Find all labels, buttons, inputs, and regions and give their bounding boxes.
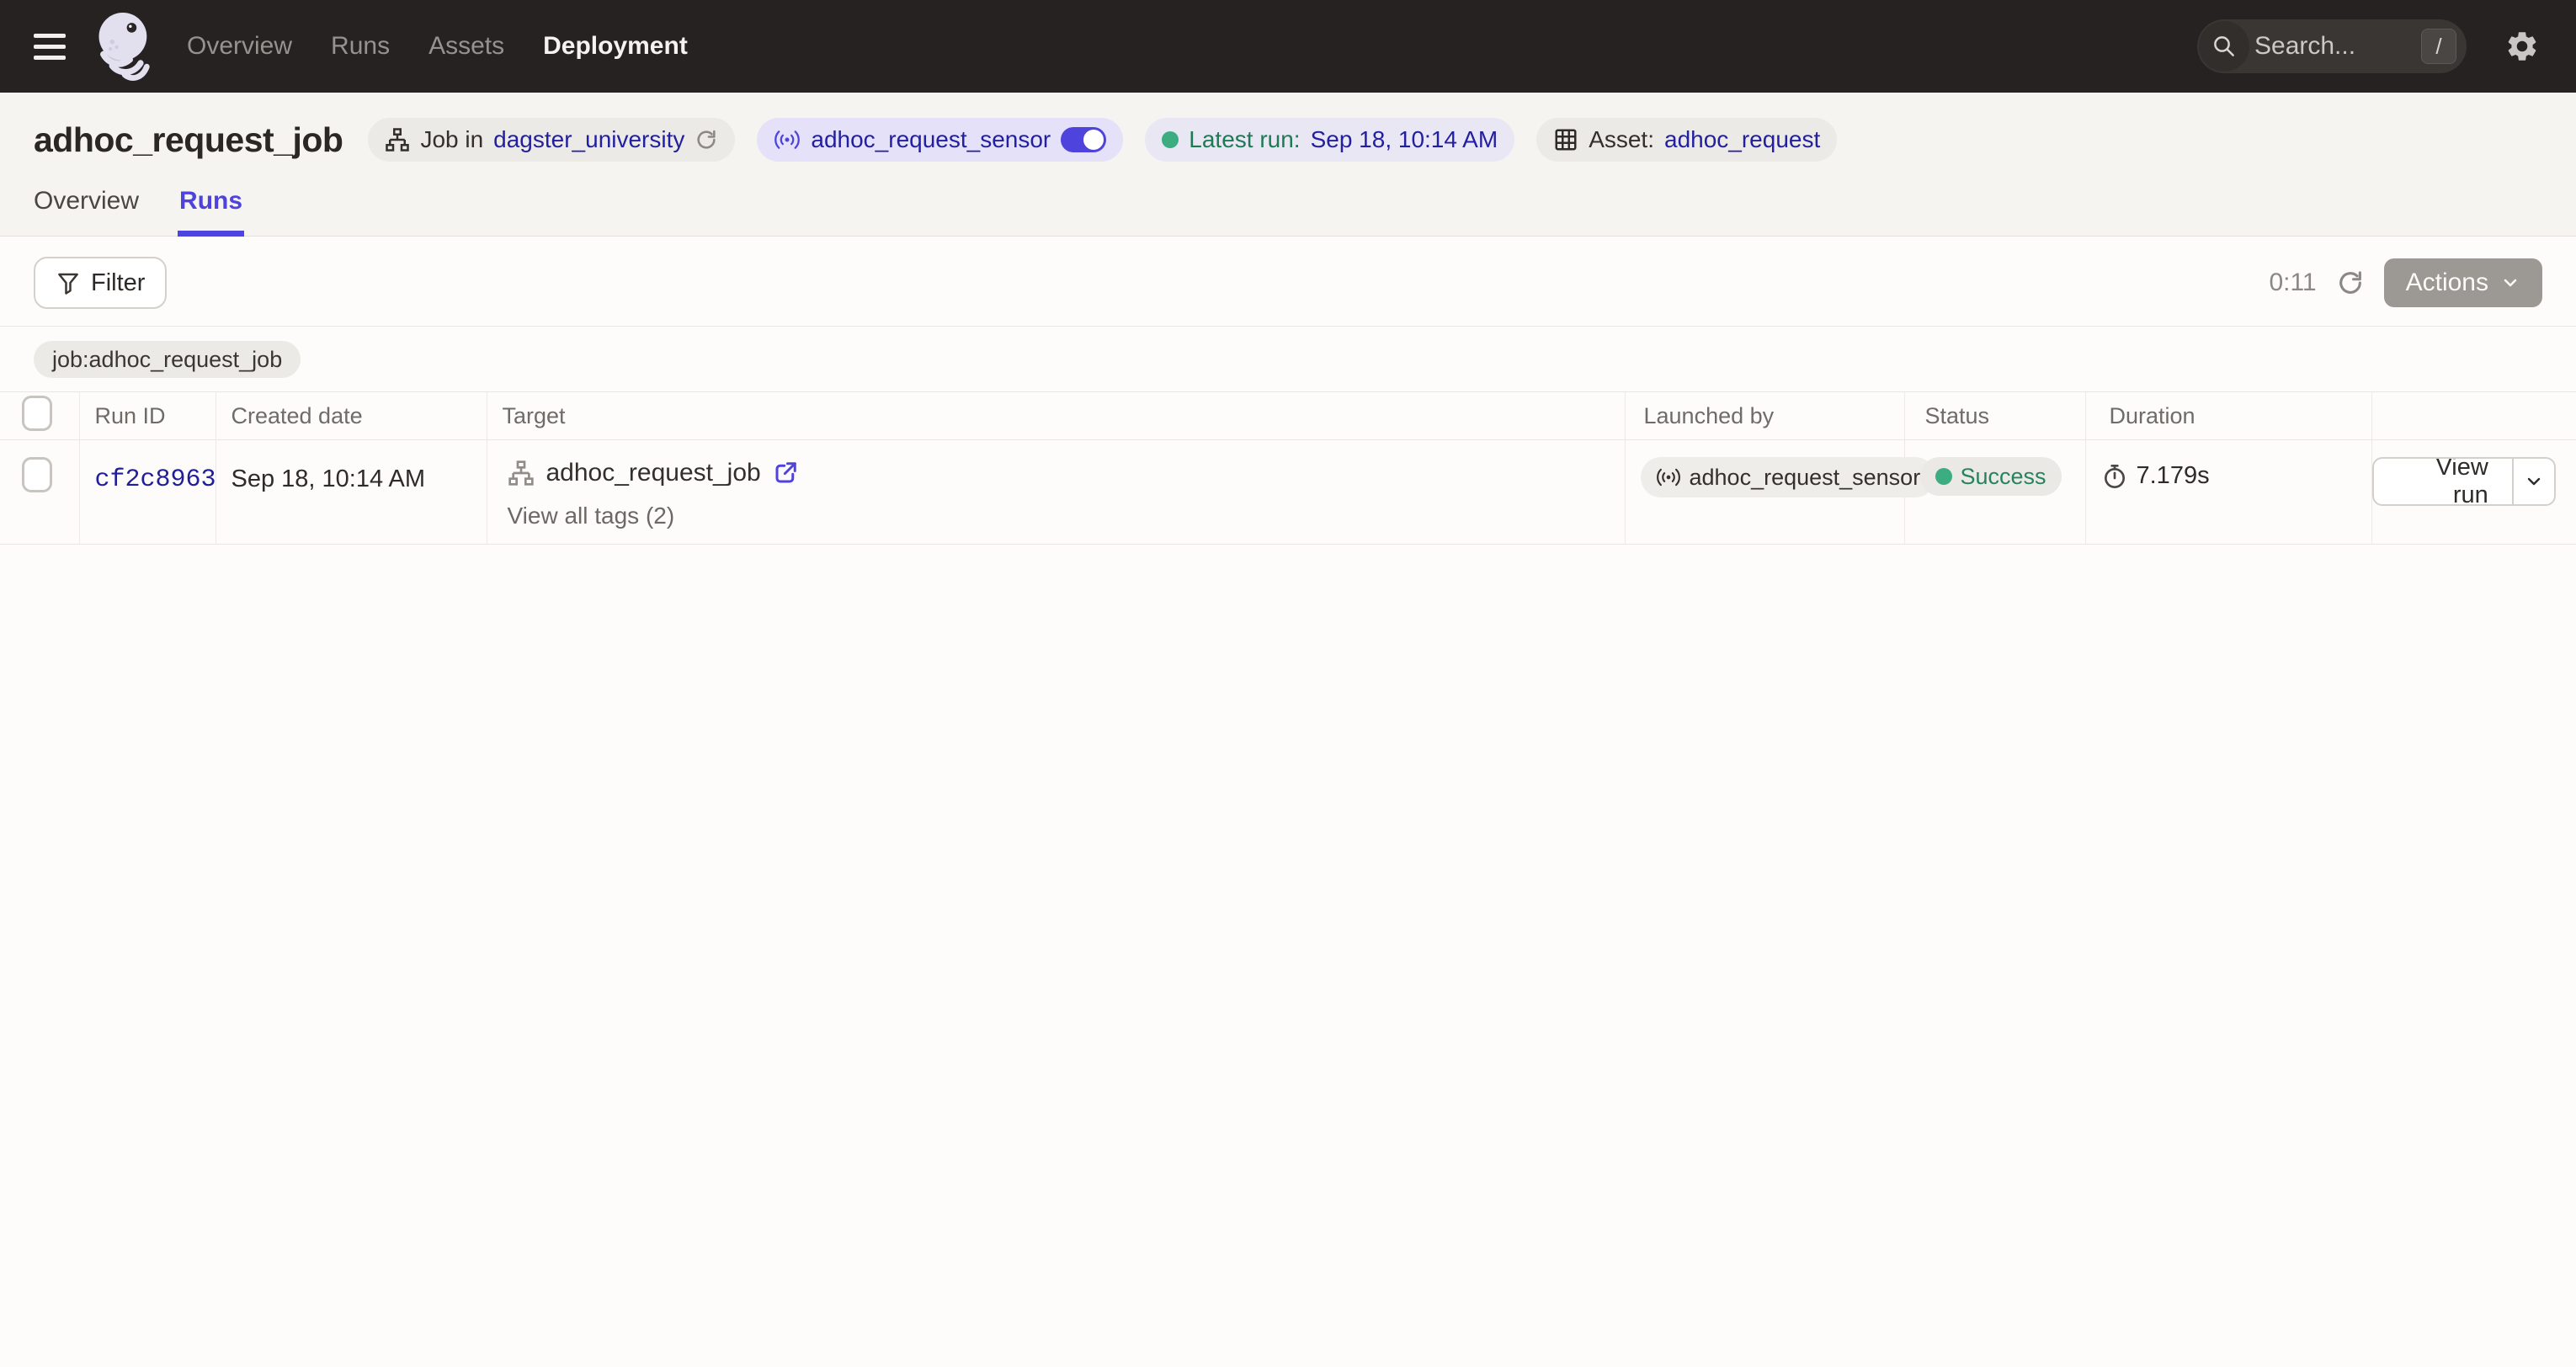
actions-button-label: Actions: [2406, 269, 2488, 297]
search-input[interactable]: [2254, 32, 2421, 61]
row-checkbox[interactable]: [22, 457, 52, 492]
gear-icon[interactable]: [2502, 26, 2542, 66]
header-badges: Job in dagster_university adhoc_request_…: [368, 118, 1837, 162]
col-header-launched-by: Launched by: [1625, 392, 1904, 440]
tab-runs[interactable]: Runs: [179, 187, 242, 236]
nav-item-overview[interactable]: Overview: [187, 32, 292, 61]
col-header-created-date: Created date: [216, 392, 487, 440]
code-location-link[interactable]: dagster_university: [493, 126, 684, 153]
view-all-tags-link[interactable]: View all tags (2): [508, 503, 675, 529]
latest-run-link[interactable]: Sep 18, 10:14 AM: [1311, 126, 1498, 153]
job-graph-icon: [385, 127, 410, 152]
sensor-icon: [774, 130, 801, 150]
active-filters-row: job:adhoc_request_job: [0, 327, 2576, 391]
nav-item-deployment[interactable]: Deployment: [543, 32, 688, 61]
latest-run-status-dot: [1162, 131, 1179, 148]
asset-badge: Asset: adhoc_request: [1536, 118, 1837, 162]
view-run-dropdown-toggle[interactable]: [2512, 459, 2554, 504]
tab-bar: Overview Runs: [0, 187, 2576, 236]
filter-funnel-icon: [56, 270, 81, 295]
latest-run-badge: Latest run: Sep 18, 10:14 AM: [1145, 118, 1514, 162]
actions-button[interactable]: Actions: [2384, 258, 2542, 307]
sensor-badge: adhoc_request_sensor: [757, 118, 1123, 162]
top-nav: Overview Runs Assets Deployment /: [0, 0, 2576, 93]
sensor-toggle[interactable]: [1061, 127, 1106, 152]
filter-tag-job[interactable]: job:adhoc_request_job: [34, 341, 301, 378]
table-header-row: Run ID Created date Target Launched by S…: [0, 392, 2576, 440]
col-header-run-id: Run ID: [79, 392, 216, 440]
open-job-external-icon[interactable]: [773, 460, 798, 486]
col-header-actions: [2371, 392, 2576, 440]
col-header-duration: Duration: [2085, 392, 2371, 440]
refresh-countdown: 0:11: [2269, 269, 2316, 297]
runs-table: Run ID Created date Target Launched by S…: [0, 391, 2576, 545]
col-header-status: Status: [1904, 392, 2085, 440]
run-id-link[interactable]: cf2c8963: [95, 465, 216, 494]
target-job-name: adhoc_request_job: [546, 459, 761, 487]
col-header-target: Target: [487, 392, 1625, 440]
status-label: Success: [1961, 464, 2046, 490]
duration-value: 7.179s: [2137, 462, 2210, 490]
chevron-down-icon: [2500, 273, 2520, 293]
stopwatch-icon: [2101, 463, 2128, 490]
launched-by-tag[interactable]: adhoc_request_sensor: [1641, 457, 1936, 497]
dagster-logo-icon[interactable]: [91, 8, 158, 85]
page-header: adhoc_request_job Job in dagster_univers…: [0, 93, 2576, 237]
select-all-checkbox[interactable]: [22, 396, 52, 431]
table-row: cf2c8963 Sep 18, 10:14 AM adhoc_request_…: [0, 440, 2576, 545]
asset-grid-icon: [1553, 127, 1578, 152]
sensor-icon: [1656, 468, 1681, 487]
job-badge-prefix: Job in: [420, 126, 483, 153]
sensor-link[interactable]: adhoc_request_sensor: [811, 126, 1051, 153]
reload-location-icon[interactable]: [695, 128, 718, 152]
asset-link[interactable]: adhoc_request: [1664, 126, 1820, 153]
nav-item-runs[interactable]: Runs: [331, 32, 390, 61]
chevron-down-icon: [2524, 471, 2544, 492]
tab-overview[interactable]: Overview: [34, 187, 139, 236]
menu-icon[interactable]: [34, 28, 71, 65]
view-run-button[interactable]: View run: [2374, 459, 2512, 504]
launched-by-label: adhoc_request_sensor: [1690, 465, 1921, 491]
primary-nav: Overview Runs Assets Deployment: [187, 32, 688, 61]
status-badge: Success: [1920, 457, 2062, 496]
created-date: Sep 18, 10:14 AM: [232, 465, 426, 493]
asset-badge-label: Asset:: [1589, 126, 1654, 153]
filter-button-label: Filter: [91, 269, 145, 297]
refresh-icon[interactable]: [2332, 264, 2369, 301]
filter-button[interactable]: Filter: [34, 257, 167, 309]
job-graph-icon: [508, 460, 535, 487]
latest-run-label: Latest run:: [1189, 126, 1300, 153]
search-bar[interactable]: /: [2197, 19, 2467, 73]
view-run-split-button: View run: [2372, 457, 2557, 506]
search-shortcut-key: /: [2421, 29, 2456, 64]
runs-toolbar: Filter 0:11 Actions: [0, 237, 2576, 327]
nav-item-assets[interactable]: Assets: [428, 32, 504, 61]
page-title: adhoc_request_job: [34, 120, 343, 160]
job-location-badge: Job in dagster_university: [368, 118, 735, 162]
status-dot-icon: [1935, 468, 1952, 485]
search-icon: [2199, 21, 2249, 72]
